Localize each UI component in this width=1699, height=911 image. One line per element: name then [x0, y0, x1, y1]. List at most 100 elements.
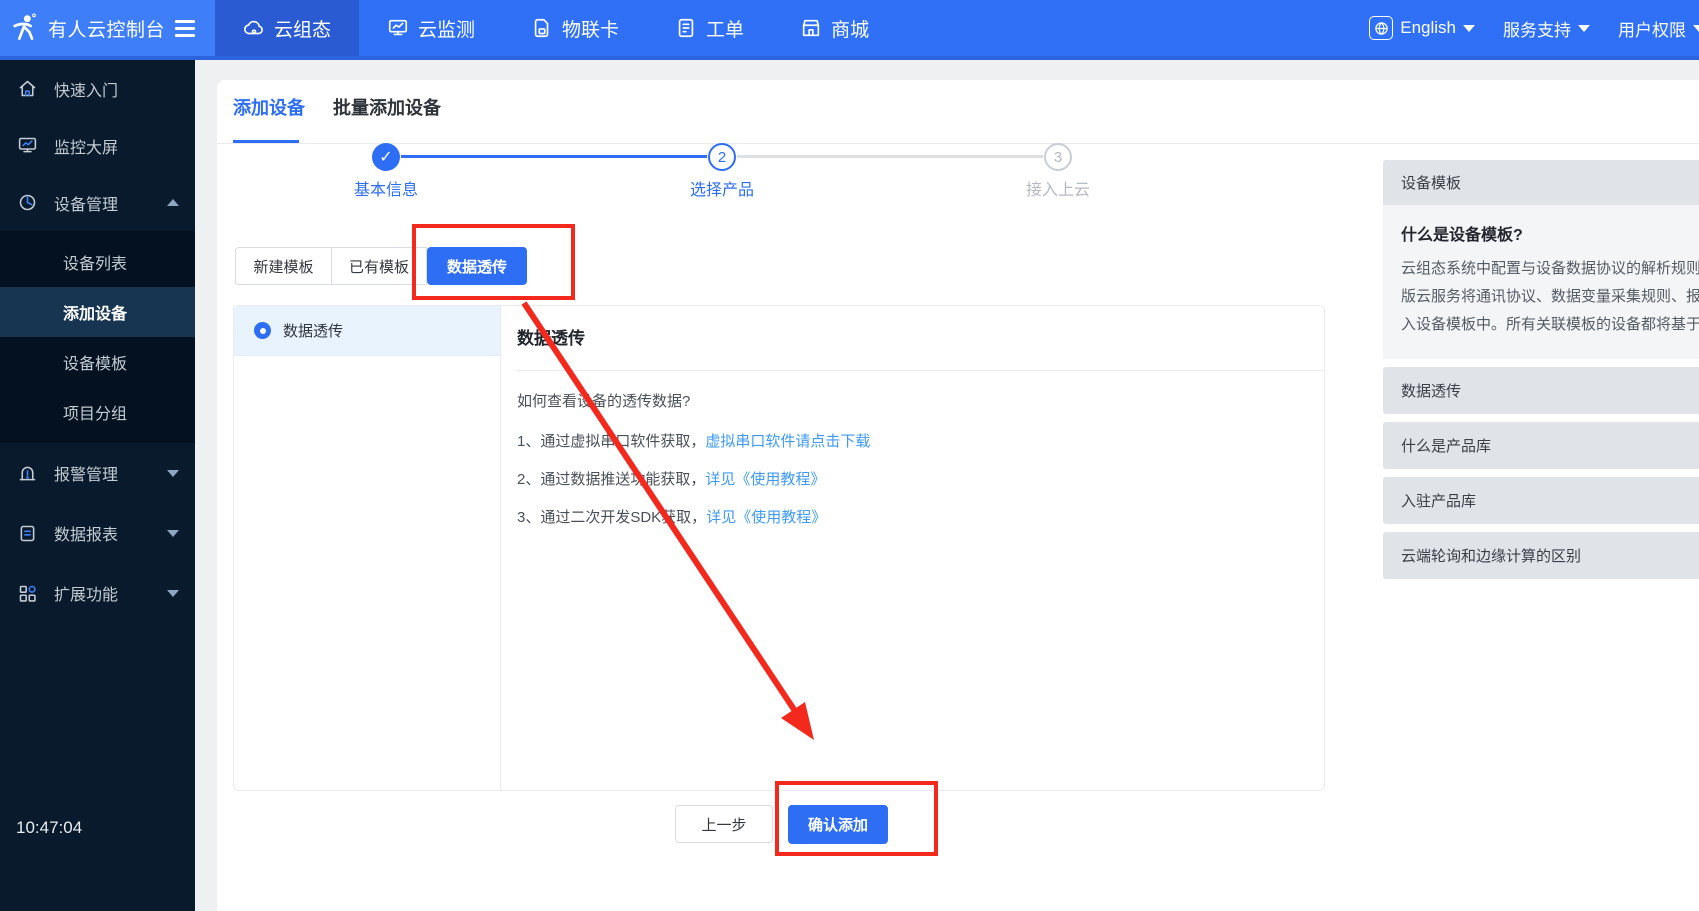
tab-add-device[interactable]: 添加设备 — [233, 94, 305, 120]
chevron-down-icon — [167, 590, 179, 597]
device-management-submenu: 设备列表 添加设备 设备模板 项目分组 — [0, 231, 195, 443]
help-section-data-passthrough[interactable]: 数据透传 — [1383, 367, 1699, 414]
nav-cloud-scada[interactable]: 云组态 — [215, 0, 359, 56]
permission-label: 用户权限 — [1618, 16, 1686, 41]
sdk-tutorial-link[interactable]: 详见《使用教程》 — [706, 509, 826, 526]
sidebar-clock: 10:47:04 — [16, 818, 82, 838]
sidebar-item-device-management[interactable]: 设备管理 — [0, 174, 195, 231]
chevron-down-icon — [1463, 25, 1475, 32]
chevron-down-icon — [1693, 25, 1699, 32]
sidebar-item-label: 报警管理 — [54, 461, 118, 485]
menu-toggle-icon[interactable] — [175, 20, 195, 37]
sim-card-icon — [531, 17, 553, 39]
main-card: 添加设备 批量添加设备 ✓ 2 3 基本信息 选择产品 接入上云 新建模板 已有… — [217, 80, 1699, 911]
submenu-label: 设备模板 — [63, 350, 127, 374]
submenu-label: 项目分组 — [63, 400, 127, 424]
chevron-down-icon — [167, 530, 179, 537]
detail-heading: 数据透传 — [517, 324, 585, 349]
sidebar-item-label: 数据报表 — [54, 521, 118, 545]
tab-divider — [217, 143, 1699, 144]
sidebar-item-label: 设备管理 — [54, 191, 118, 215]
sidebar-item-data-report[interactable]: 数据报表 — [0, 503, 195, 563]
sidebar-item-label: 扩展功能 — [54, 581, 118, 605]
previous-step-button[interactable]: 上一步 — [675, 805, 773, 843]
big-screen-icon — [17, 135, 38, 156]
radio-label: 数据透传 — [283, 320, 343, 341]
user-permission-menu[interactable]: 用户权限 — [1618, 16, 1699, 41]
segment-data-passthrough[interactable]: 数据透传 — [427, 247, 527, 285]
chevron-down-icon — [167, 470, 179, 477]
sidebar-item-alarm-management[interactable]: 报警管理 — [0, 443, 195, 503]
logo-section: 有人云控制台 — [0, 0, 215, 56]
step-3-circle: 3 — [1044, 143, 1072, 171]
sidebar-item-device-list[interactable]: 设备列表 — [0, 237, 195, 287]
radio-selected-icon[interactable] — [254, 322, 271, 339]
help-section-join-product-library[interactable]: 入驻产品库 — [1383, 477, 1699, 524]
sidebar-item-project-group[interactable]: 项目分组 — [0, 387, 195, 437]
chevron-down-icon — [1578, 25, 1590, 32]
sidebar: 快速入门 监控大屏 设备管理 设备列表 添加设备 设备模板 — [0, 60, 195, 911]
nav-iot-card[interactable]: 物联卡 — [503, 0, 647, 56]
passthrough-detail: 数据透传 如何查看设备的透传数据? 1、通过虚拟串口软件获取，虚拟串口软件请点击… — [501, 306, 1324, 790]
sidebar-item-monitor-screen[interactable]: 监控大屏 — [0, 117, 195, 174]
work-order-icon — [675, 17, 697, 39]
report-icon — [17, 523, 38, 544]
alarm-icon — [17, 463, 38, 484]
store-icon — [800, 17, 822, 39]
step-1-label: 基本信息 — [316, 176, 456, 200]
home-icon — [17, 78, 38, 99]
submenu-label: 添加设备 — [63, 300, 127, 324]
language-label: English — [1400, 18, 1456, 38]
segment-existing-template[interactable]: 已有模板 — [332, 247, 427, 285]
tab-batch-add-device[interactable]: 批量添加设备 — [333, 94, 441, 120]
confirm-add-button[interactable]: 确认添加 — [788, 805, 888, 844]
help-paragraph-line: 版云服务将通讯协议、数据变量采集规则、报警规 — [1401, 283, 1699, 311]
chevron-up-icon — [167, 199, 179, 206]
help-device-template-content: 什么是设备模板? 云组态系统中配置与设备数据协议的解析规则，实 版云服务将通讯协… — [1383, 205, 1699, 359]
item-text: 1、通过虚拟串口软件获取， — [517, 433, 705, 450]
help-section-what-is-product-library[interactable]: 什么是产品库 — [1383, 422, 1699, 469]
nav-store[interactable]: 商城 — [772, 0, 897, 56]
globe-icon — [1369, 16, 1393, 40]
data-push-tutorial-link[interactable]: 详见《使用教程》 — [705, 471, 825, 488]
step-connector-pending — [737, 155, 1043, 158]
sidebar-item-quick-start[interactable]: 快速入门 — [0, 60, 195, 117]
nav-label: 云组态 — [274, 15, 331, 42]
step-connector-done — [401, 155, 707, 158]
help-subtitle: 什么是设备模板? — [1401, 221, 1699, 245]
nav-work-order[interactable]: 工单 — [647, 0, 772, 56]
help-paragraph-line: 入设备模板中。所有关联模板的设备都将基于此模 — [1401, 311, 1699, 339]
step-2-circle: 2 — [708, 143, 736, 171]
language-switcher[interactable]: English — [1369, 16, 1475, 40]
sidebar-item-extended-functions[interactable]: 扩展功能 — [0, 563, 195, 623]
monitor-icon — [387, 17, 409, 39]
detail-item-1: 1、通过虚拟串口软件获取，虚拟串口软件请点击下载 — [517, 430, 870, 451]
nav-cloud-monitor[interactable]: 云监测 — [359, 0, 503, 56]
app-root: 有人云控制台 云组态 云监测 物联卡 — [0, 0, 1699, 911]
help-panel: 设备模板 什么是设备模板? 云组态系统中配置与设备数据协议的解析规则，实 版云服… — [1383, 160, 1699, 579]
help-section-cloud-polling-vs-edge[interactable]: 云端轮询和边缘计算的区别 — [1383, 532, 1699, 579]
app-title: 有人云控制台 — [48, 15, 165, 42]
detail-item-3: 3、通过二次开发SDK获取，详见《使用教程》 — [517, 506, 826, 527]
item-text: 3、通过二次开发SDK获取， — [517, 509, 706, 526]
detail-item-2: 2、通过数据推送功能获取，详见《使用教程》 — [517, 468, 825, 489]
submenu-label: 设备列表 — [63, 250, 127, 274]
sidebar-item-add-device[interactable]: 添加设备 — [0, 287, 195, 337]
virtual-serial-download-link[interactable]: 虚拟串口软件请点击下载 — [705, 433, 870, 450]
usr-logo-icon — [8, 11, 40, 45]
nav-label: 商城 — [831, 15, 869, 42]
topbar-right: English 服务支持 用户权限 — [1351, 0, 1699, 56]
detail-question: 如何查看设备的透传数据? — [517, 390, 690, 411]
help-section-device-template[interactable]: 设备模板 — [1383, 160, 1699, 205]
page-tabs: 添加设备 批量添加设备 — [233, 94, 441, 120]
sidebar-item-device-template[interactable]: 设备模板 — [0, 337, 195, 387]
top-nav: 云组态 云监测 物联卡 工单 — [215, 0, 897, 56]
option-data-passthrough[interactable]: 数据透传 — [234, 306, 500, 356]
cloud-icon — [243, 17, 265, 39]
device-management-icon — [17, 192, 38, 213]
nav-label: 物联卡 — [562, 15, 619, 42]
service-support-menu[interactable]: 服务支持 — [1503, 16, 1590, 41]
sidebar-item-label: 监控大屏 — [54, 134, 118, 158]
step-3-label: 接入上云 — [988, 176, 1128, 200]
segment-new-template[interactable]: 新建模板 — [235, 247, 332, 285]
